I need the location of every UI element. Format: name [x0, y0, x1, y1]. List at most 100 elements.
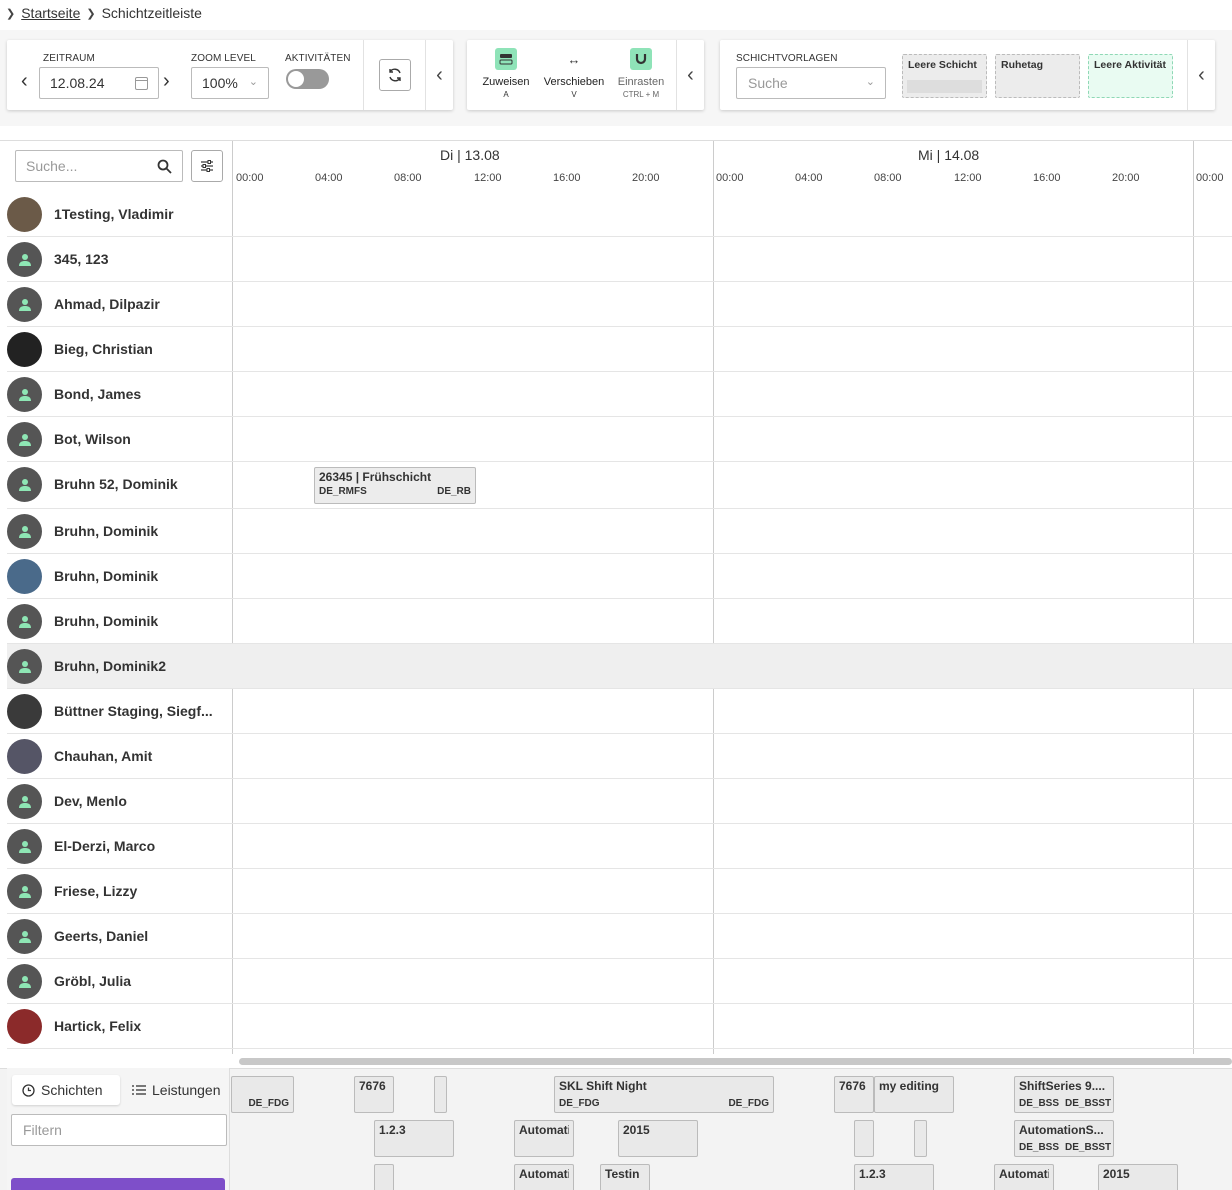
filter-placeholder: Filtern [23, 1122, 62, 1138]
filter-settings-button[interactable] [191, 150, 223, 182]
pool-shift-card[interactable]: AutomationS... DE_BSS DE_BSST [1014, 1120, 1114, 1157]
avatar [7, 694, 42, 729]
template-empty-shift[interactable]: Leere Schicht [902, 54, 987, 98]
pool-shift-card[interactable]: Automatic [994, 1164, 1054, 1190]
pool-shift-title: SKL Shift Night [559, 1079, 647, 1093]
employee-name: Bond, James [54, 386, 142, 402]
auto-assign-button[interactable] [11, 1178, 225, 1190]
employee-row[interactable]: Bruhn, Dominik [7, 509, 1232, 554]
employee-search-input[interactable]: Suche... [15, 150, 183, 182]
user-icon [18, 616, 31, 628]
employee-row[interactable]: Chauhan, Amit [7, 734, 1232, 779]
pool-shift-card[interactable]: 1.2.3 [854, 1164, 934, 1190]
collapse-tools-button[interactable]: ‹ [676, 40, 704, 110]
hour-tick-label: 08:00 [394, 172, 422, 184]
pool-shift-title: 2015 [1103, 1167, 1130, 1181]
tab-label: Schichten [41, 1082, 103, 1098]
user-icon [18, 434, 31, 446]
sliders-icon [201, 160, 213, 172]
tab-leistungen[interactable]: Leistungen [122, 1075, 231, 1105]
employee-row[interactable]: Hartick, Felix [7, 1004, 1232, 1049]
pool-shift-card[interactable]: DE_FDG [231, 1076, 294, 1113]
prev-date-button[interactable]: ‹ [21, 70, 28, 93]
hour-tick-label: 04:00 [315, 172, 343, 184]
employee-row[interactable]: Bruhn, Dominik2 [7, 644, 1232, 689]
pool-shift-card[interactable] [914, 1120, 927, 1157]
pool-shift-card[interactable]: 1.2.3 [374, 1120, 454, 1157]
aktivitaeten-toggle[interactable] [286, 69, 329, 89]
pool-shift-card[interactable] [374, 1164, 394, 1190]
pool-shift-card[interactable] [854, 1120, 874, 1157]
date-input[interactable]: 12.08.24 [39, 67, 159, 99]
magnet-icon [630, 48, 652, 70]
next-date-button[interactable]: › [163, 70, 170, 93]
horizontal-scrollbar[interactable] [239, 1058, 1232, 1065]
employee-row[interactable]: 1Testing, Vladimir [7, 192, 1232, 237]
pool-shift-card[interactable]: Automatic [514, 1120, 574, 1157]
pool-shift-card[interactable]: Automatic [514, 1164, 574, 1190]
employee-row[interactable]: Ahmad, Dilpazir [7, 282, 1232, 327]
pool-shift-card[interactable]: 2015 [618, 1120, 698, 1157]
avatar [7, 964, 42, 999]
avatar [7, 829, 42, 864]
timeframe-panel: ZEITRAUM ‹ 12.08.24 › ZOOM LEVEL 100% ⌄ … [7, 40, 453, 110]
pool-shift-card[interactable]: 7676 [834, 1076, 874, 1113]
pool-filter-input[interactable]: Filtern [11, 1114, 227, 1146]
pool-shift-card[interactable]: Testin [600, 1164, 650, 1190]
collapse-timeframe-button[interactable]: ‹ [425, 40, 453, 110]
templates-panel: SCHICHTVORLAGEN Suche ⌄ Leere Schicht Ru… [720, 40, 1215, 110]
pool-shift-card[interactable]: 2015 [1098, 1164, 1178, 1190]
hour-tick-label: 04:00 [795, 172, 823, 184]
tab-schichten[interactable]: Schichten [12, 1075, 120, 1105]
employee-row[interactable]: Bieg, Christian [7, 327, 1232, 372]
employee-row[interactable]: Friese, Lizzy [7, 869, 1232, 914]
collapse-templates-button[interactable]: ‹ [1187, 40, 1215, 110]
date-value: 12.08.24 [50, 75, 105, 91]
breadcrumb-home-link[interactable]: Startseite [21, 5, 80, 21]
chevron-down-icon: ⌄ [865, 76, 875, 88]
zoom-select[interactable]: 100% ⌄ [191, 67, 269, 99]
user-icon [18, 299, 31, 311]
pool-shift-card[interactable]: 7676 [354, 1076, 394, 1113]
employee-row[interactable]: Bruhn, Dominik [7, 554, 1232, 599]
hour-tick-label: 12:00 [954, 172, 982, 184]
employee-row[interactable]: Bot, Wilson [7, 417, 1232, 462]
refresh-icon [389, 68, 401, 82]
employee-name: Friese, Lizzy [54, 883, 138, 899]
employee-row[interactable]: Geerts, Daniel [7, 914, 1232, 959]
employee-name: Dev, Menlo [54, 793, 127, 809]
employee-row[interactable]: Bond, James [7, 372, 1232, 417]
employee-row[interactable]: Büttner Staging, Siegf... [7, 689, 1232, 734]
employee-row[interactable]: El-Derzi, Marco [7, 824, 1232, 869]
pool-shift-title: Testin [605, 1167, 640, 1181]
avatar [7, 422, 42, 457]
template-rest-day[interactable]: Ruhetag [995, 54, 1080, 98]
employee-name: Bieg, Christian [54, 341, 153, 357]
employee-row[interactable]: 345, 123 [7, 237, 1232, 282]
calendar-icon[interactable] [135, 77, 148, 90]
assign-tool-button[interactable]: Zuweisen A [473, 48, 539, 99]
pool-shift-card[interactable]: ShiftSeries 9.... DE_BSS DE_BSST [1014, 1076, 1114, 1113]
template-search-select[interactable]: Suche ⌄ [736, 67, 886, 99]
avatar [7, 242, 42, 277]
pool-shift-card[interactable] [434, 1076, 447, 1113]
avatar [7, 604, 42, 639]
pool-shift-card[interactable]: SKL Shift Night DE_FDG DE_FDG [554, 1076, 774, 1113]
template-empty-activity[interactable]: Leere Aktivität [1088, 54, 1173, 98]
employee-name: Bruhn, Dominik2 [54, 658, 167, 674]
move-label: Verschieben [543, 76, 605, 88]
pool-shift-card[interactable]: my editing [874, 1076, 954, 1113]
employee-row[interactable]: Bruhn 52, Dominik 26345 | Frühschicht DE_R… [7, 462, 1232, 509]
refresh-button[interactable] [379, 59, 411, 91]
shift-block[interactable]: 26345 | Frühschicht DE_RMFS DE_RB [314, 467, 476, 504]
hour-tick-label: 00:00 [1196, 172, 1224, 184]
snap-tool-button[interactable]: Einrasten CTRL + M [608, 48, 674, 99]
employee-row[interactable]: Bruhn, Dominik [7, 599, 1232, 644]
pool-shift-code: DE_BSS [1019, 1098, 1060, 1109]
chevron-right-icon: ❯ [6, 7, 16, 20]
move-tool-button[interactable]: ↔ Verschieben V [541, 48, 607, 100]
employee-row[interactable]: Gröbl, Julia [7, 959, 1232, 1004]
zoom-label: ZOOM LEVEL [191, 53, 256, 64]
employee-row[interactable]: Dev, Menlo [7, 779, 1232, 824]
move-arrows-icon: ↔ [567, 51, 581, 67]
